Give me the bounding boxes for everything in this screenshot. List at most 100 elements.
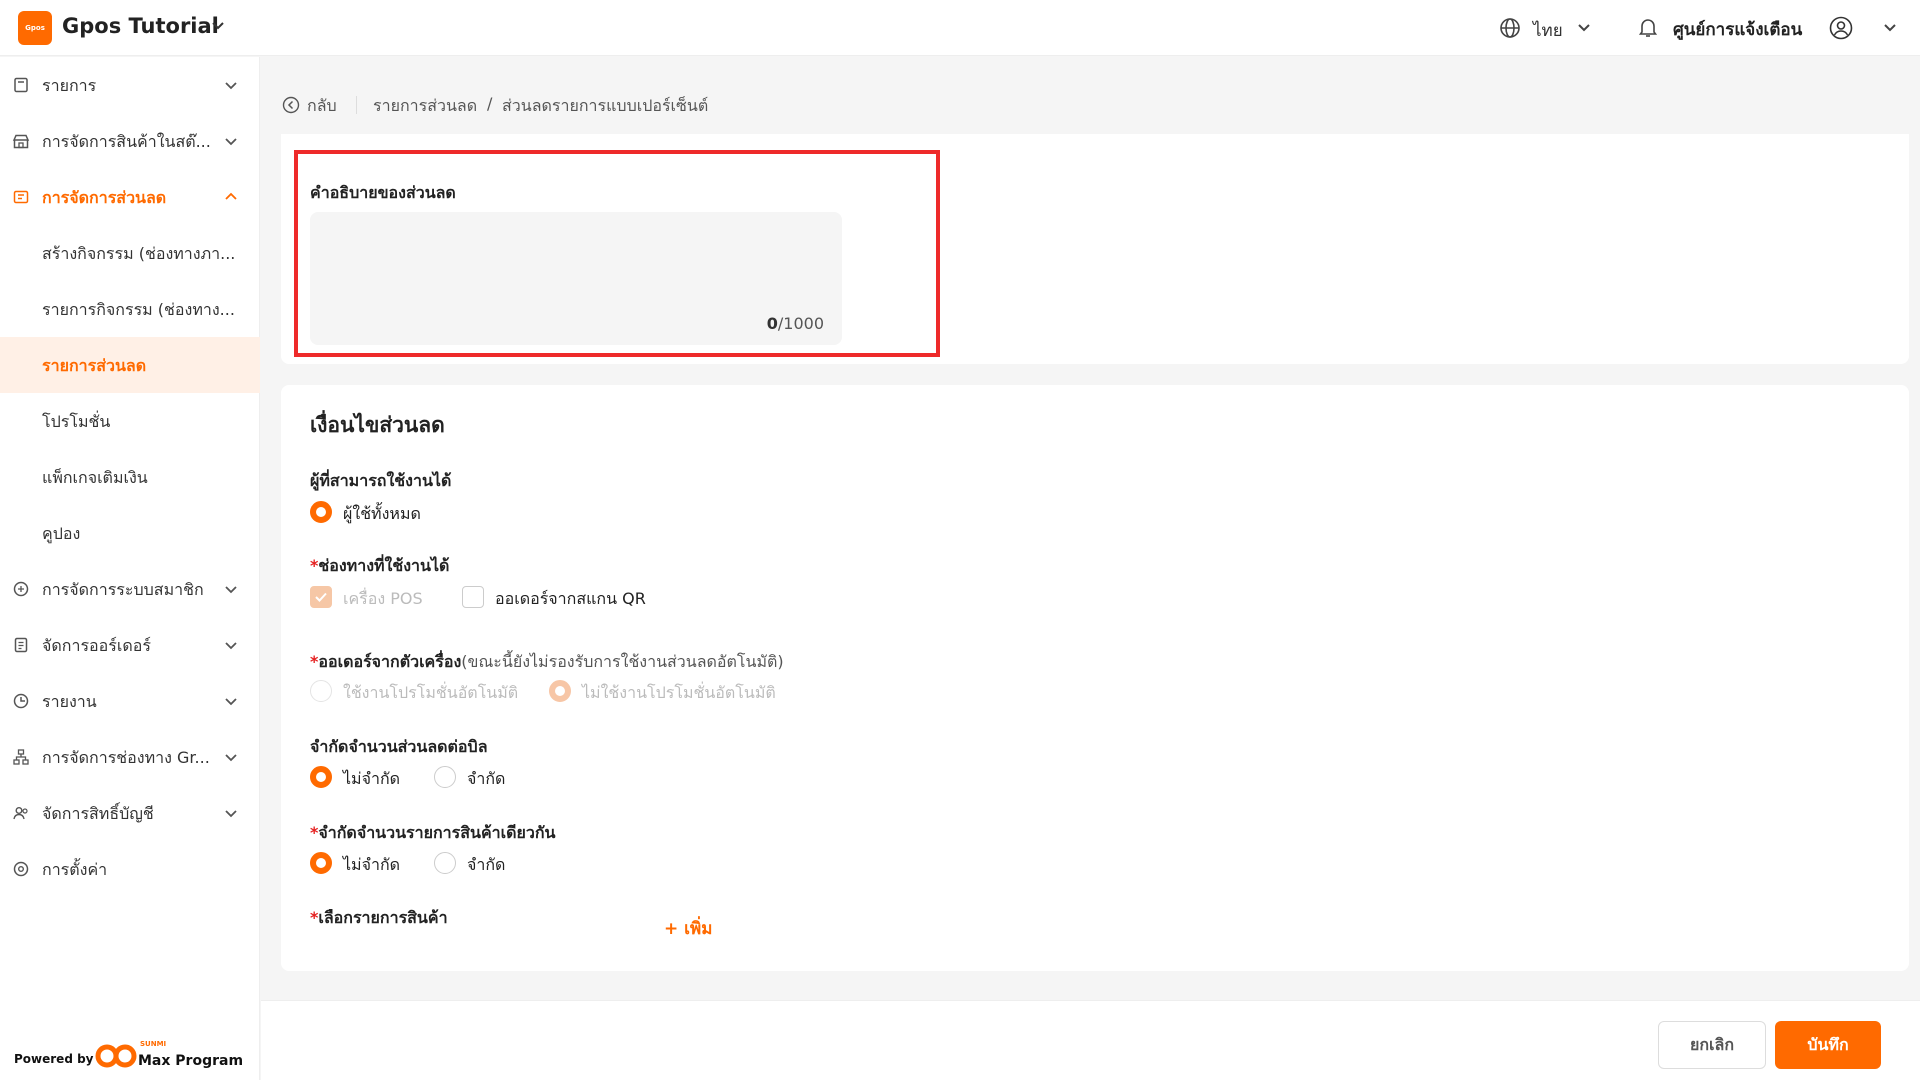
sidebar-item-label: การจัดการช่องทาง Gr... [42,748,210,767]
back-arrow-icon[interactable] [282,96,300,114]
description-label: คำอธิบายของส่วนลด [310,183,456,202]
app-logo[interactable]: Gpos [18,11,52,45]
sidebar-item-reports[interactable]: รายงาน [0,673,260,729]
globe-icon[interactable] [1498,16,1522,40]
conditions-title: เงื่อนไขส่วนลด [310,413,445,437]
brand-logo-icon [95,1044,137,1068]
sidebar: รายการ การจัดการสินค้าในสต๊... การจัดการ… [0,57,260,1080]
sidebar-item-label: การจัดการสินค้าในสต๊... [42,132,211,151]
chevron-down-icon[interactable] [1574,18,1594,38]
sidebar-item-label: การจัดการส่วนลด [42,188,167,207]
powered-by-text: Powered by [14,1052,94,1066]
chevron-down-icon[interactable] [208,16,228,36]
brand-small-text: SUNMI [140,1040,167,1048]
back-link[interactable]: กลับ [307,94,337,119]
all-users-option-label: ผู้ใช้ทั้งหมด [343,504,421,523]
sidebar-item-label: จัดการออร์เดอร์ [42,636,151,655]
sidebar-item-label: การจัดการระบบสมาชิก [42,580,204,599]
sidebar-subitem-topup-package[interactable]: แพ็กเกจเติมเงิน [0,449,260,505]
use-auto-promo-label: ใช้งานโปรโมชั่นอัตโนมัติ [343,683,519,702]
character-counter: 0/1000 [766,314,824,333]
member-icon [13,581,29,597]
sidebar-item-label: แพ็กเกจเติมเงิน [42,468,148,487]
user-avatar-icon[interactable] [1828,15,1854,41]
chevron-down-icon [225,586,237,594]
item-limited-label: จำกัด [467,855,506,874]
notification-center-link[interactable]: ศูนย์การแจ้งเตือน [1673,16,1802,43]
description-textarea[interactable]: 0/1000 [310,212,842,345]
device-order-label: *ออเดอร์จากตัวเครื่อง(ขณะนี้ยังไม่รองรับ… [310,652,784,671]
sidebar-item-label: การตั้งค่า [42,860,108,879]
language-selector[interactable]: ไทย [1533,17,1563,44]
sidebar-item-discount-management[interactable]: การจัดการส่วนลด [0,169,260,225]
select-items-label: *เลือกรายการสินค้า [310,908,448,927]
channel-icon [13,749,29,765]
sidebar-item-label: รายงาน [42,692,97,711]
order-icon [14,637,28,653]
add-label: เพิ่ม [684,919,713,939]
cancel-button[interactable]: ยกเลิก [1658,1021,1766,1069]
radio-bill-limited[interactable] [434,766,456,788]
item-unlimited-label: ไม่จำกัด [343,855,401,874]
no-auto-promo-label: ไม่ใช้งานโปรโมชั่นอัตโนมัติ [582,683,776,702]
brand-name: Max Program [138,1053,244,1069]
checkbox-pos[interactable] [310,586,332,608]
sidebar-item-label: รายการส่วนลด [42,356,147,375]
breadcrumb-current: ส่วนลดรายการแบบเปอร์เซ็นต์ [502,96,709,115]
sidebar-item-label: รายการกิจกรรม (ช่องทาง... [42,300,235,319]
breadcrumb-divider [356,96,357,114]
chevron-down-icon [225,754,237,762]
report-icon [13,693,29,709]
sidebar-item-membership[interactable]: การจัดการระบบสมาชิก [0,561,260,617]
chevron-down-icon [225,642,237,650]
sidebar-item-label: คูปอง [42,524,81,543]
receipt-icon [14,77,28,93]
add-items-button[interactable]: + เพิ่ม [664,915,712,942]
sidebar-item-label: โปรโมชั่น [42,412,111,431]
sidebar-item-channel-management[interactable]: การจัดการช่องทาง Gr... [0,729,260,785]
store-icon [12,134,30,149]
settings-icon [13,861,29,877]
bell-icon[interactable] [1636,15,1660,39]
radio-item-limited[interactable] [434,852,456,874]
radio-bill-unlimited[interactable] [310,766,332,788]
bill-limited-label: จำกัด [467,769,506,788]
sidebar-item-settings[interactable]: การตั้งค่า [0,841,260,897]
discount-icon [13,190,29,204]
top-bar: Gpos Gpos Tutorial ไทย ศูนย์การแจ้งเตือน [0,0,1920,56]
chevron-down-icon [225,810,237,818]
conditions-card [281,385,1909,971]
eligible-users-label: ผู้ที่สามารถใช้งานได้ [310,471,452,490]
sidebar-item-label: จัดการสิทธิ์บัญชี [42,804,154,823]
sidebar-subitem-create-campaign[interactable]: สร้างกิจกรรม (ช่องทางภา... [0,225,260,281]
chevron-down-icon[interactable] [1880,18,1900,38]
breadcrumb-discount-list[interactable]: รายการส่วนลด [373,94,477,119]
radio-all-users[interactable] [310,501,332,523]
sidebar-subitem-campaign-list[interactable]: รายการกิจกรรม (ช่องทาง... [0,281,260,337]
sidebar-subitem-discount-list[interactable]: รายการส่วนลด [0,337,260,393]
limit-per-bill-label: จำกัดจำนวนส่วนลดต่อบิล [310,737,488,756]
radio-no-auto-promo[interactable] [549,680,571,702]
sidebar-item-order-management[interactable]: จัดการออร์เดอร์ [0,617,260,673]
limit-same-item-label: *จำกัดจำนวนรายการสินค้าเดียวกัน [310,823,556,842]
pos-option-label: เครื่อง POS [343,589,423,608]
channels-label: *ช่องทางที่ใช้งานได้ [310,556,450,575]
checkbox-qr-order[interactable] [462,586,484,608]
sidebar-subitem-promotion[interactable]: โปรโมชั่น [0,393,260,449]
sidebar-item-orders-list[interactable]: รายการ [0,57,260,113]
sidebar-item-stock[interactable]: การจัดการสินค้าในสต๊... [0,113,260,169]
sidebar-item-account-permissions[interactable]: จัดการสิทธิ์บัญชี [0,785,260,841]
qr-order-option-label: ออเดอร์จากสแกน QR [495,589,646,608]
radio-use-auto-promo[interactable] [310,680,332,702]
bill-unlimited-label: ไม่จำกัด [343,769,401,788]
sidebar-subitem-coupon[interactable]: คูปอง [0,505,260,561]
users-icon [13,807,28,820]
save-button[interactable]: บันทึก [1775,1021,1881,1069]
logo-text: Gpos [25,24,45,32]
radio-item-unlimited[interactable] [310,852,332,874]
chevron-down-icon [225,698,237,706]
sidebar-item-label: รายการ [42,76,97,95]
app-title[interactable]: Gpos Tutorial [62,14,219,38]
sidebar-item-label: สร้างกิจกรรม (ช่องทางภา... [42,244,236,263]
chevron-up-icon [225,192,237,200]
